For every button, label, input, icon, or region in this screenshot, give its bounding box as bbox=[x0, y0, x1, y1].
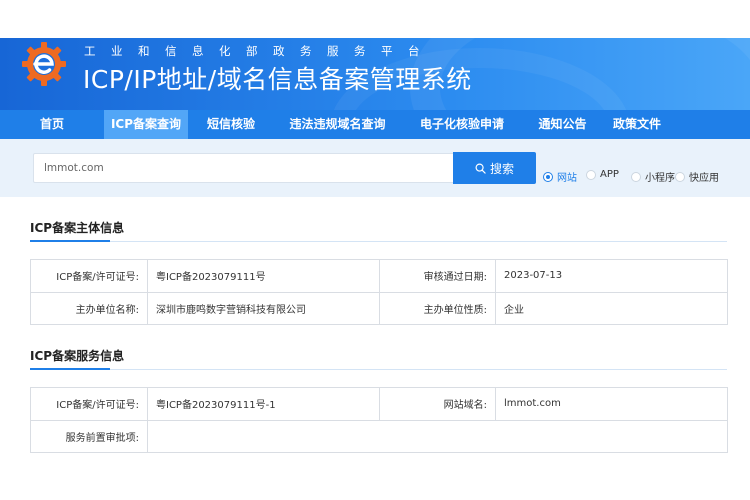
radio-unchecked-icon[interactable] bbox=[631, 171, 641, 182]
service-info-table: ICP备案/许可证号: 粤ICP备2023079111号-1 网站域名: lmm… bbox=[30, 387, 728, 453]
radio-label-miniprogram: 小程序 bbox=[645, 173, 675, 184]
search-bar-area: lmmot.com 搜索 网站 APP 小程序 快应用 bbox=[0, 139, 750, 197]
radio-label-app: APP bbox=[600, 169, 619, 180]
radio-option-miniprogram[interactable]: 小程序 bbox=[631, 169, 675, 184]
main-nav: 首页 ICP备案查询 短信核验 违法违规域名查询 电子化核验申请 通知公告 政策… bbox=[0, 110, 750, 139]
top-blank-area bbox=[0, 0, 750, 38]
approve-date-value: 2023-07-13 bbox=[495, 259, 728, 293]
table-row: 服务前置审批项: bbox=[30, 419, 728, 453]
org-type-label: 主办单位性质: bbox=[379, 291, 496, 325]
table-row: 主办单位名称: 深圳市鹿鸣数字营销科技有限公司 主办单位性质: 企业 bbox=[30, 291, 728, 325]
radio-option-app[interactable]: APP bbox=[586, 169, 619, 180]
search-button[interactable]: 搜索 bbox=[453, 152, 536, 184]
service-section-title: ICP备案服务信息 bbox=[30, 349, 125, 363]
section-accent-underline bbox=[30, 368, 110, 370]
section-divider bbox=[30, 241, 727, 242]
org-name-label: 主办单位名称: bbox=[30, 291, 148, 325]
gear-e-logo-icon[interactable] bbox=[20, 40, 68, 88]
approve-date-label: 审核通过日期: bbox=[379, 259, 496, 293]
domain-value: lmmot.com bbox=[495, 387, 728, 421]
radio-option-quickapp[interactable]: 快应用 bbox=[675, 169, 719, 184]
preapproval-label: 服务前置审批项: bbox=[30, 419, 148, 453]
org-name-value: 深圳市鹿鸣数字营销科技有限公司 bbox=[147, 291, 380, 325]
section-accent-underline bbox=[30, 240, 110, 242]
radio-option-website[interactable]: 网站 bbox=[543, 169, 577, 184]
header-subtitle: 工业和信息化部政务服务平台 bbox=[84, 44, 435, 58]
radio-unchecked-icon[interactable] bbox=[675, 171, 685, 182]
domain-label: 网站域名: bbox=[379, 387, 496, 421]
subject-section-title: ICP备案主体信息 bbox=[30, 221, 125, 235]
nav-notices[interactable]: 通知公告 bbox=[523, 110, 602, 139]
search-button-label: 搜索 bbox=[489, 161, 514, 176]
page-title: ICP/IP地址/域名信息备案管理系统 bbox=[83, 65, 472, 94]
license-label: ICP备案/许可证号: bbox=[30, 259, 148, 293]
service-license-label: ICP备案/许可证号: bbox=[30, 387, 148, 421]
site-header: 工业和信息化部政务服务平台 ICP/IP地址/域名信息备案管理系统 bbox=[0, 38, 750, 110]
nav-policies[interactable]: 政策文件 bbox=[602, 110, 672, 139]
table-row: ICP备案/许可证号: 粤ICP备2023079111号-1 网站域名: lmm… bbox=[30, 387, 728, 421]
subject-info-table: ICP备案/许可证号: 粤ICP备2023079111号 审核通过日期: 202… bbox=[30, 259, 728, 325]
service-license-value: 粤ICP备2023079111号-1 bbox=[147, 387, 380, 421]
preapproval-value bbox=[147, 419, 728, 453]
nav-illegal-domain-query[interactable]: 违法违规域名查询 bbox=[274, 110, 401, 139]
section-divider bbox=[30, 369, 727, 370]
radio-label-website: 网站 bbox=[557, 173, 577, 184]
search-input[interactable]: lmmot.com bbox=[33, 153, 454, 183]
nav-sms-verify[interactable]: 短信核验 bbox=[188, 110, 274, 139]
radio-checked-icon[interactable] bbox=[543, 171, 553, 182]
search-icon bbox=[475, 163, 486, 174]
radio-unchecked-icon[interactable] bbox=[586, 169, 596, 180]
org-type-value: 企业 bbox=[495, 291, 728, 325]
nav-electronic-verify[interactable]: 电子化核验申请 bbox=[401, 110, 523, 139]
nav-icp-query[interactable]: ICP备案查询 bbox=[104, 110, 188, 139]
nav-home[interactable]: 首页 bbox=[0, 110, 104, 139]
license-value: 粤ICP备2023079111号 bbox=[147, 259, 380, 293]
radio-label-quickapp: 快应用 bbox=[689, 173, 719, 184]
table-row: ICP备案/许可证号: 粤ICP备2023079111号 审核通过日期: 202… bbox=[30, 259, 728, 293]
